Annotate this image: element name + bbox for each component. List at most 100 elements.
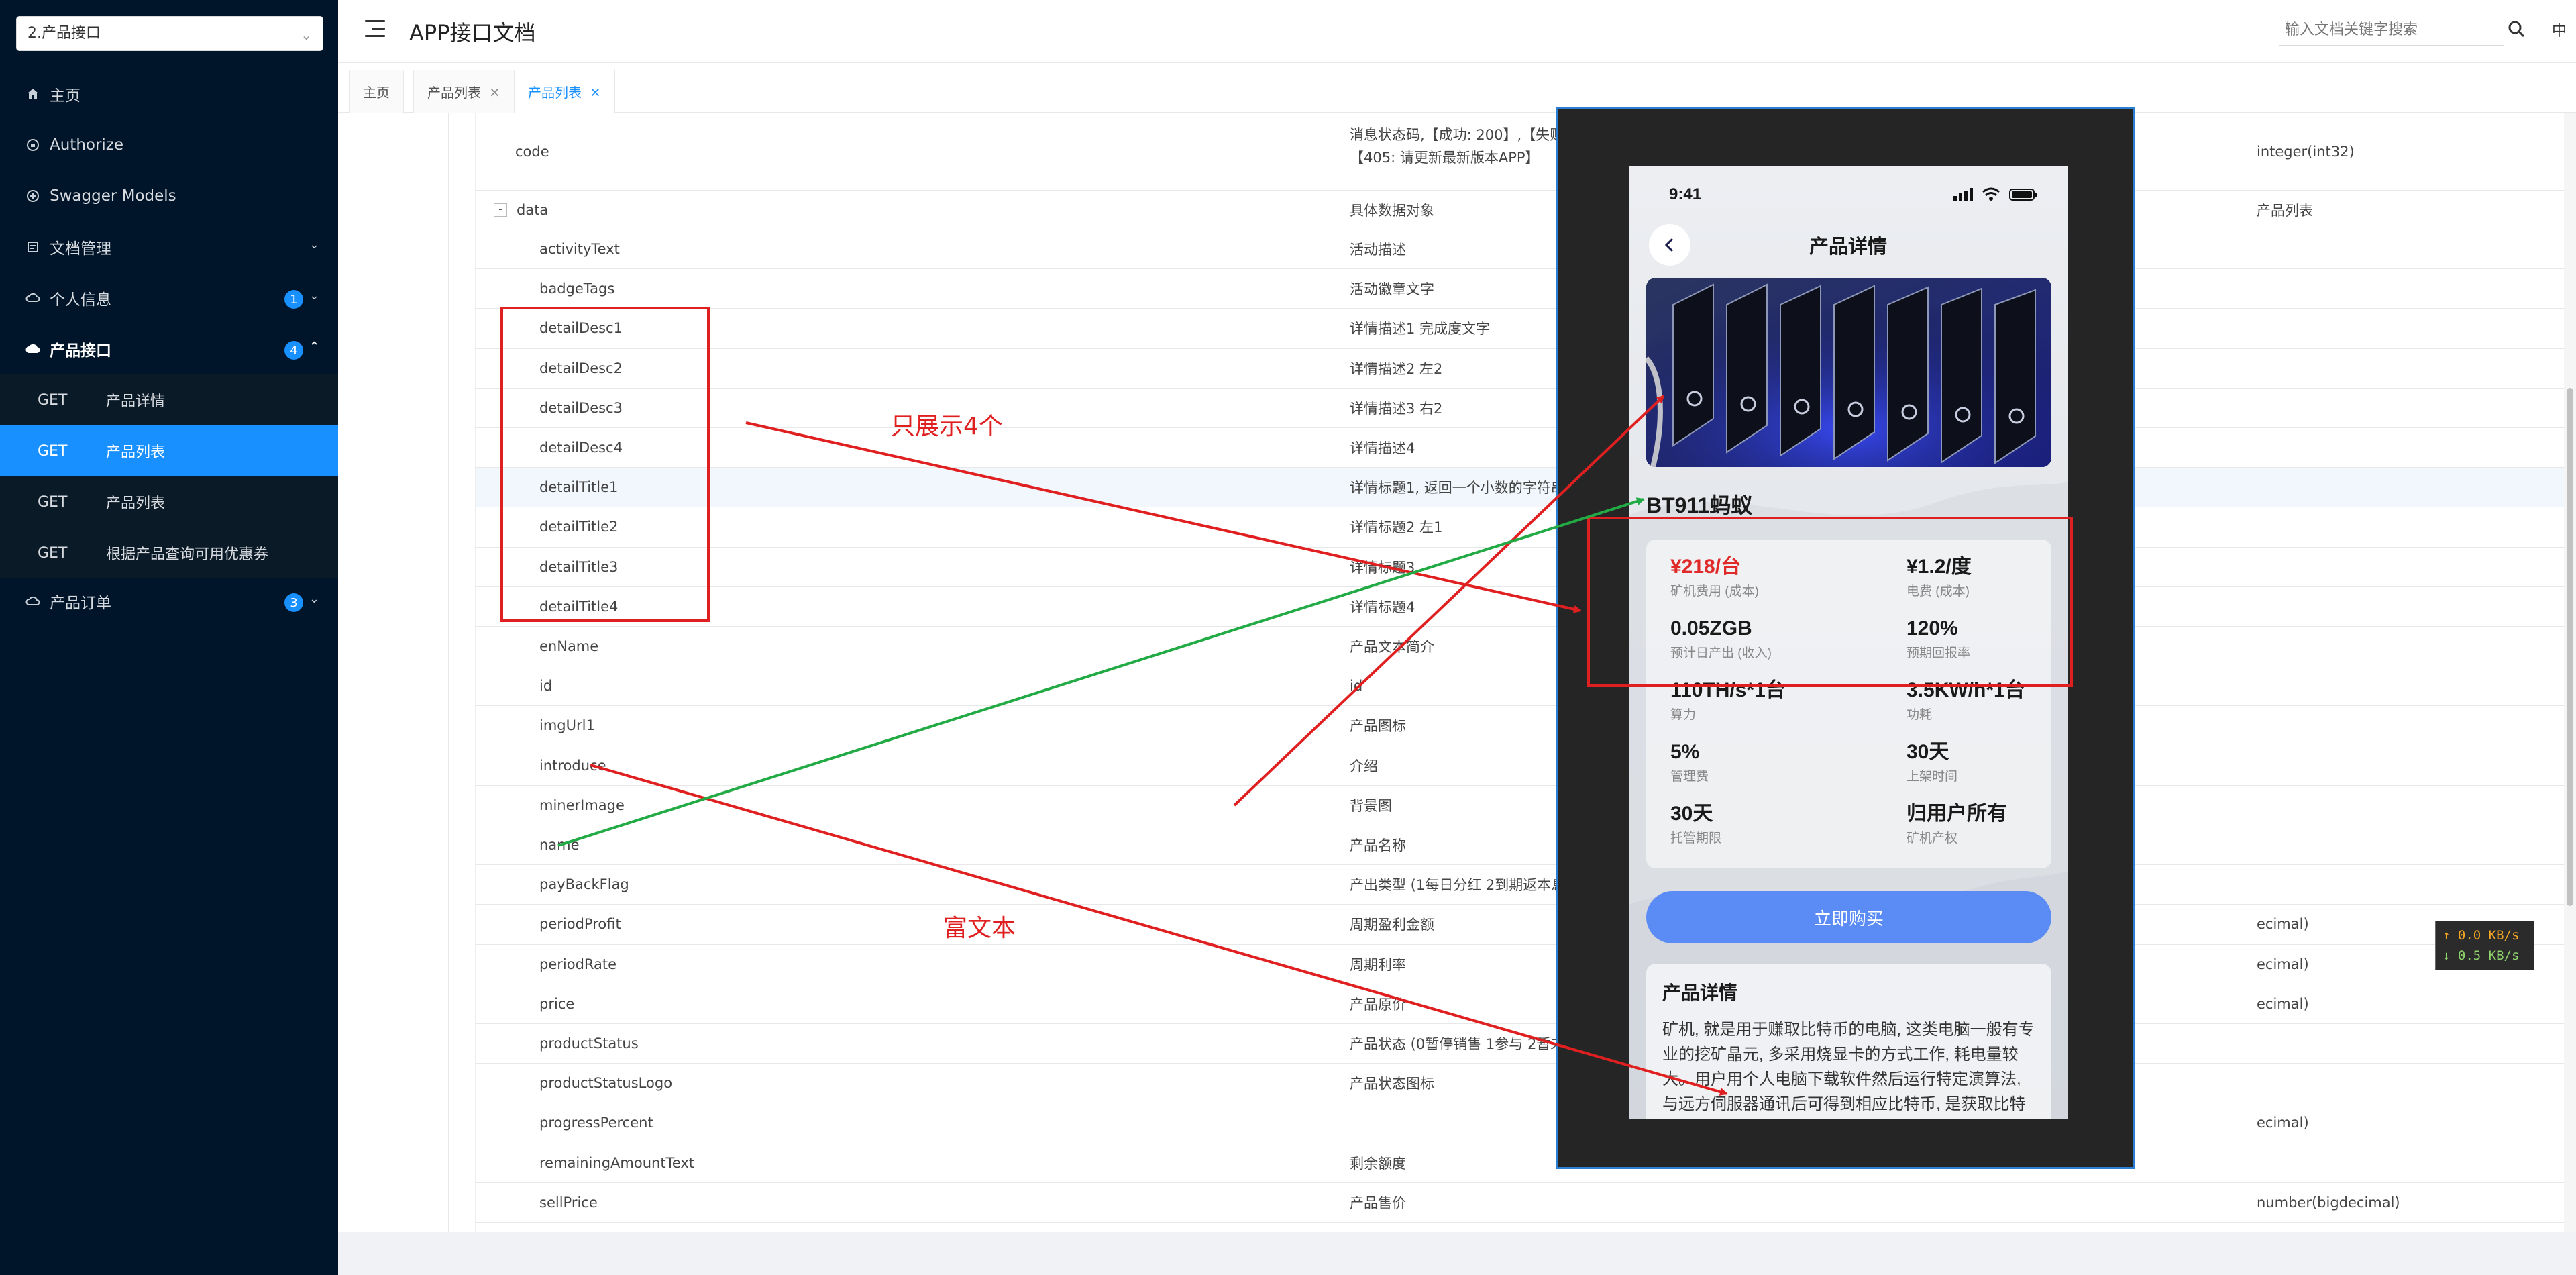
chevron-down-icon: ⌄ xyxy=(309,289,319,303)
stat-value: 30天 xyxy=(1670,803,1713,825)
sidebar-item-home[interactable]: 主页 xyxy=(0,68,338,119)
chevron-down-icon: ⌄ xyxy=(301,27,312,43)
table-row: - data 具体数据对象 产品列表 xyxy=(476,191,2576,230)
field-desc: 详情描述4 xyxy=(1350,440,1415,457)
field-name: badgeTags xyxy=(539,280,615,297)
table-row: payBackFlag 产出类型 (1每日分红 2到期返本息) xyxy=(476,865,2576,905)
stat-item: 30天 托管期限 xyxy=(1670,801,1858,847)
field-desc: 产品原价 xyxy=(1350,996,1406,1013)
field-desc: 产出类型 (1每日分红 2到期返本息) xyxy=(1350,877,1571,894)
cloud-icon xyxy=(25,342,40,356)
field-desc: 详情描述1 完成度文字 xyxy=(1350,321,1491,338)
close-icon[interactable]: × xyxy=(489,84,500,100)
sidebar-subitem-label: 产品列表 xyxy=(106,495,166,512)
stat-label: 托管期限 xyxy=(1670,831,1722,846)
sidebar-subitem-product-list-active[interactable]: GET 产品列表 xyxy=(0,425,338,476)
table-row: detailDesc1 详情描述1 完成度文字 xyxy=(476,309,2576,349)
close-icon[interactable]: × xyxy=(590,84,601,100)
field-name: name xyxy=(539,837,580,854)
stat-label: 矿机产权 xyxy=(1907,831,1958,846)
table-row: price 产品原价 ecimal) xyxy=(476,984,2576,1024)
table-row: detailDesc2 详情描述2 左2 xyxy=(476,349,2576,389)
field-type: integer(int32) xyxy=(2257,144,2355,160)
stat-item: 归用户所有 矿机产权 xyxy=(1907,801,2068,847)
field-desc: 周期利率 xyxy=(1350,956,1406,973)
sidebar-subitem-product-list[interactable]: GET 产品列表 xyxy=(0,476,338,527)
cloud-icon xyxy=(25,291,40,305)
scrollbar-thumb[interactable] xyxy=(2567,388,2573,906)
field-name: periodProfit xyxy=(539,916,621,933)
cloud-icon xyxy=(25,594,40,609)
table-row: detailTitle4 详情标题4 xyxy=(476,587,2576,627)
table-row: enName 产品文本简介 xyxy=(476,627,2576,667)
menu-toggle-icon[interactable] xyxy=(365,20,385,38)
field-type: number(bigdecimal) xyxy=(2257,1194,2400,1211)
field-name: enName xyxy=(539,638,599,655)
sidebar-item-swagger-models[interactable]: Swagger Models xyxy=(0,170,338,221)
sidebar-item-authorize[interactable]: Authorize xyxy=(0,119,338,170)
table-row: detailDesc4 详情描述4 xyxy=(476,428,2576,468)
group-select[interactable]: 2.产品接口 ⌄ xyxy=(16,16,323,51)
field-name: productStatus xyxy=(539,1035,639,1052)
table-row: activityText 活动描述 xyxy=(476,230,2576,270)
sidebar-item-label: 文档管理 xyxy=(50,240,111,258)
sidebar-subitem-label: 产品列表 xyxy=(106,444,166,461)
lock-icon xyxy=(25,138,40,152)
sidebar-subitem-product-detail[interactable]: GET 产品详情 xyxy=(0,374,338,425)
table-row: badgeTags 活动徽章文字 xyxy=(476,269,2576,309)
field-name-cell: - data xyxy=(494,191,548,229)
table-row: detailDesc3 详情描述3 右2 xyxy=(476,389,2576,428)
table-row: productStatus 产品状态 (0暂停销售 1参与 2暂未开放) xyxy=(476,1024,2576,1064)
battery-icon xyxy=(2009,189,2037,201)
chevron-down-icon: ⌄ xyxy=(309,238,319,252)
divider xyxy=(448,113,449,1232)
home-icon xyxy=(25,87,40,101)
field-desc: 详情描述3 右2 xyxy=(1350,400,1443,417)
sidebar-item-label: 主页 xyxy=(50,87,80,105)
sidebar-item-doc-manage[interactable]: 文档管理 ⌄ xyxy=(0,221,338,272)
field-desc: 背景图 xyxy=(1350,797,1392,814)
field-name: payBackFlag xyxy=(539,876,629,893)
http-method: GET xyxy=(38,391,68,409)
stat-label: 管理费 xyxy=(1670,770,1709,784)
stat-label: 上架时间 xyxy=(1907,770,1958,784)
sidebar-subitem-coupons[interactable]: GET 根据产品查询可用优惠券 xyxy=(0,527,338,578)
chevron-up-icon: ⌃ xyxy=(309,340,319,354)
field-desc: 详情标题3 xyxy=(1350,559,1415,576)
field-name: periodRate xyxy=(539,956,617,972)
table-row: name 产品名称 xyxy=(476,825,2576,866)
stat-label: 算力 xyxy=(1670,708,1697,722)
table-row: detailTitle1 详情标题1, 返回一个小数的字符串, 如 0.15, 表… xyxy=(476,468,2576,508)
stat-label: 功耗 xyxy=(1907,708,1933,722)
collapse-toggle[interactable]: - xyxy=(494,203,507,217)
table-row: imgUrl1 产品图标 xyxy=(476,706,2576,746)
sidebar-item-profile[interactable]: 个人信息 1 ⌄ xyxy=(0,272,338,323)
buy-now-button[interactable]: 立即购买 xyxy=(1646,891,2051,944)
tab-product-list[interactable]: 产品列表 × xyxy=(413,70,515,113)
field-name: productStatusLogo xyxy=(539,1075,673,1092)
annotation-box-stats xyxy=(1587,517,2073,687)
field-name: minerImage xyxy=(539,797,625,813)
search-icon[interactable] xyxy=(2504,16,2530,43)
table-row: periodProfit 周期盈利金额 ecimal) xyxy=(476,905,2576,945)
tab-home[interactable]: 主页 xyxy=(349,70,404,113)
sidebar-item-label: 产品订单 xyxy=(50,595,111,612)
wifi-icon xyxy=(1982,187,2000,201)
status-bar-icons xyxy=(1953,184,2041,204)
model-icon xyxy=(25,189,40,203)
field-name: id xyxy=(539,678,553,695)
stat-value: 5% xyxy=(1670,741,1700,763)
sidebar-item-product-order[interactable]: 产品订单 3 ⌄ xyxy=(0,576,338,627)
count-badge: 4 xyxy=(284,341,303,360)
tab-product-list-active[interactable]: 产品列表 × xyxy=(514,70,615,113)
field-desc: 详情标题4 xyxy=(1350,599,1415,615)
field-type: 产品列表 xyxy=(2257,202,2313,219)
search-input[interactable] xyxy=(2279,15,2504,46)
product-name: BT911蚂蚁 xyxy=(1646,493,1753,517)
table-row: periodRate 周期利率 ecimal) xyxy=(476,945,2576,984)
product-detail-card: 产品详情 矿机, 就是用于赚取比特币的电脑, 这类电脑一般有专业的挖矿晶元, 多… xyxy=(1646,964,2051,1119)
status-bar-time: 9:41 xyxy=(1669,185,1702,203)
sidebar-item-product-api[interactable]: 产品接口 4 ⌃ xyxy=(0,323,338,374)
table-row: productStatusLogo 产品状态图标 xyxy=(476,1064,2576,1104)
language-switch[interactable]: 中 xyxy=(2552,19,2567,40)
